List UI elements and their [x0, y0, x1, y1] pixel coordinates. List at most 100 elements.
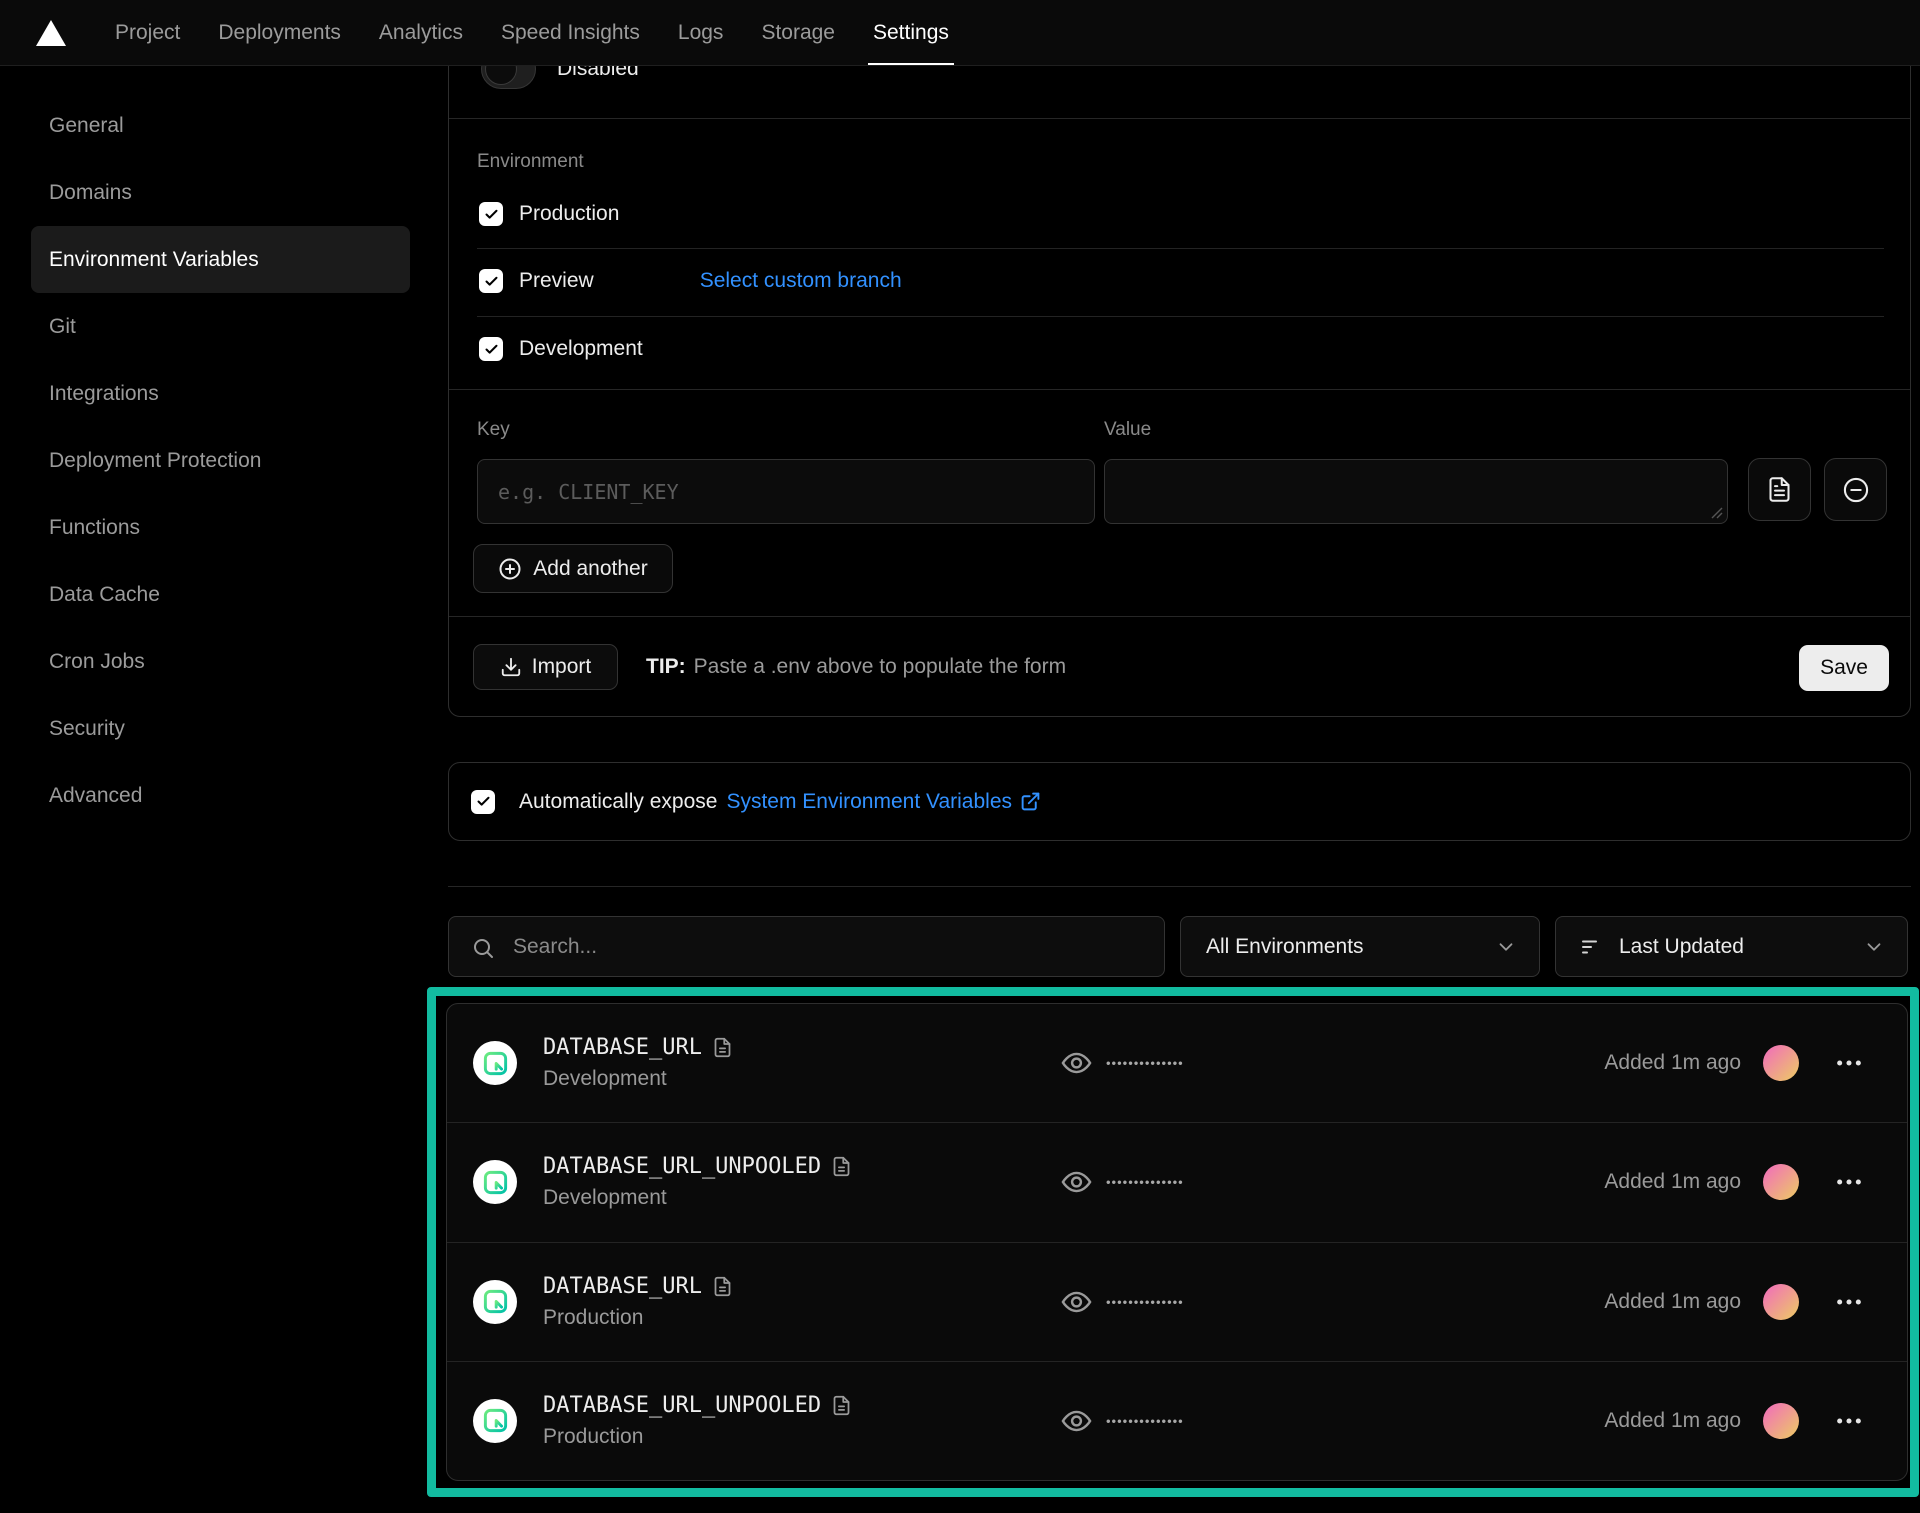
- ellipsis-menu-icon[interactable]: [1833, 1405, 1865, 1437]
- var-environment: Production: [543, 1425, 852, 1449]
- env-var-list: DATABASE_URL Development •••••••••••••• …: [446, 1003, 1908, 1481]
- download-icon: [500, 656, 522, 678]
- value-field-wrap: [1104, 459, 1728, 524]
- sidebar-item-deployment-protection[interactable]: Deployment Protection: [31, 427, 410, 494]
- nav-item-storage[interactable]: Storage: [742, 0, 854, 65]
- paste-env-button[interactable]: [1748, 458, 1811, 521]
- var-name: DATABASE_URL: [543, 1035, 702, 1060]
- sidebar-item-advanced[interactable]: Advanced: [31, 762, 410, 829]
- ellipsis-menu-icon[interactable]: [1833, 1166, 1865, 1198]
- environment-option-development: Development: [479, 337, 643, 361]
- nav-item-settings[interactable]: Settings: [854, 0, 968, 65]
- save-button[interactable]: Save: [1799, 645, 1889, 691]
- divider: [477, 248, 1884, 249]
- environment-option-production: Production: [479, 202, 619, 226]
- top-nav: Project Deployments Analytics Speed Insi…: [0, 0, 1920, 66]
- plus-circle-icon: [498, 557, 522, 581]
- minus-circle-icon: [1842, 476, 1870, 504]
- neon-logo-icon: [482, 1288, 509, 1315]
- sidebar-item-git[interactable]: Git: [31, 293, 410, 360]
- sort-dropdown[interactable]: Last Updated: [1555, 916, 1908, 977]
- value-input[interactable]: [1104, 459, 1728, 524]
- system-env-checkbox[interactable]: [471, 790, 495, 814]
- chevron-down-icon: [1495, 936, 1517, 958]
- eye-icon[interactable]: [1061, 1405, 1092, 1436]
- sidebar-item-functions[interactable]: Functions: [31, 494, 410, 561]
- var-environment: Production: [543, 1306, 733, 1330]
- eye-icon[interactable]: [1061, 1048, 1092, 1079]
- sidebar-item-integrations[interactable]: Integrations: [31, 360, 410, 427]
- vercel-logo-icon[interactable]: [36, 20, 66, 46]
- nav-item-speed-insights[interactable]: Speed Insights: [482, 0, 659, 65]
- env-var-row: DATABASE_URL Production •••••••••••••• A…: [447, 1242, 1907, 1361]
- preview-label: Preview: [519, 269, 594, 293]
- neon-integration-badge: [473, 1041, 517, 1085]
- remove-row-button[interactable]: [1824, 458, 1887, 521]
- nav-tabs: Project Deployments Analytics Speed Insi…: [96, 0, 968, 65]
- added-timestamp: Added 1m ago: [1604, 1170, 1741, 1194]
- neon-integration-badge: [473, 1280, 517, 1324]
- value-label: Value: [1104, 419, 1151, 441]
- tip-text: TIP:Paste a .env above to populate the f…: [646, 644, 1066, 690]
- sidebar-item-data-cache[interactable]: Data Cache: [31, 561, 410, 628]
- nav-item-project[interactable]: Project: [96, 0, 199, 65]
- check-icon: [484, 274, 499, 289]
- sidebar-item-environment-variables[interactable]: Environment Variables: [31, 226, 410, 293]
- divider: [477, 316, 1884, 317]
- development-checkbox[interactable]: [479, 337, 503, 361]
- sidebar-item-general[interactable]: General: [31, 92, 410, 159]
- env-var-row: DATABASE_URL Development •••••••••••••• …: [447, 1004, 1907, 1122]
- key-input[interactable]: [477, 459, 1095, 524]
- nav-item-deployments[interactable]: Deployments: [199, 0, 360, 65]
- nav-item-analytics[interactable]: Analytics: [360, 0, 482, 65]
- check-icon: [484, 342, 499, 357]
- ellipsis-menu-icon[interactable]: [1833, 1286, 1865, 1318]
- ellipsis-menu-icon[interactable]: [1833, 1047, 1865, 1079]
- key-label: Key: [477, 419, 510, 441]
- nav-item-logs[interactable]: Logs: [659, 0, 743, 65]
- note-icon[interactable]: [831, 1395, 852, 1416]
- sidebar-item-cron-jobs[interactable]: Cron Jobs: [31, 628, 410, 695]
- system-env-card: Automatically expose System Environment …: [448, 762, 1911, 841]
- preview-checkbox[interactable]: [479, 269, 503, 293]
- var-name: DATABASE_URL: [543, 1274, 702, 1299]
- select-custom-branch-link[interactable]: Select custom branch: [700, 269, 902, 293]
- sidebar-item-domains[interactable]: Domains: [31, 159, 410, 226]
- added-timestamp: Added 1m ago: [1604, 1409, 1741, 1433]
- eye-icon[interactable]: [1061, 1286, 1092, 1317]
- import-label: Import: [532, 655, 592, 679]
- note-icon[interactable]: [831, 1156, 852, 1177]
- added-timestamp: Added 1m ago: [1604, 1290, 1741, 1314]
- masked-value: ••••••••••••••: [1106, 1175, 1184, 1190]
- production-checkbox[interactable]: [479, 202, 503, 226]
- masked-value: ••••••••••••••: [1106, 1413, 1184, 1428]
- search-input[interactable]: [449, 917, 1164, 976]
- eye-icon[interactable]: [1061, 1167, 1092, 1198]
- system-env-text: Automatically expose System Environment …: [519, 790, 1041, 814]
- avatar: [1763, 1045, 1799, 1081]
- system-env-link[interactable]: System Environment Variables: [726, 790, 1041, 814]
- sort-value: Last Updated: [1619, 935, 1744, 959]
- check-icon: [476, 794, 491, 809]
- var-name: DATABASE_URL_UNPOOLED: [543, 1154, 821, 1179]
- note-icon[interactable]: [712, 1037, 733, 1058]
- check-icon: [484, 207, 499, 222]
- neon-logo-icon: [482, 1169, 509, 1196]
- file-text-icon: [1766, 476, 1793, 503]
- environment-filter-dropdown[interactable]: All Environments: [1180, 916, 1540, 977]
- neon-logo-icon: [482, 1050, 509, 1077]
- add-another-button[interactable]: Add another: [473, 544, 673, 593]
- note-icon[interactable]: [712, 1276, 733, 1297]
- env-var-row: DATABASE_URL_UNPOOLED Development ••••••…: [447, 1122, 1907, 1241]
- divider: [448, 886, 1911, 887]
- production-label: Production: [519, 202, 619, 226]
- var-texts: DATABASE_URL Production: [543, 1274, 733, 1330]
- avatar: [1763, 1164, 1799, 1200]
- sort-lines-icon: [1579, 935, 1603, 959]
- import-button[interactable]: Import: [473, 644, 618, 690]
- add-another-label: Add another: [533, 557, 647, 581]
- settings-sidebar: General Domains Environment Variables Gi…: [0, 92, 440, 829]
- var-name: DATABASE_URL_UNPOOLED: [543, 1393, 821, 1418]
- sidebar-item-security[interactable]: Security: [31, 695, 410, 762]
- var-environment: Development: [543, 1067, 733, 1091]
